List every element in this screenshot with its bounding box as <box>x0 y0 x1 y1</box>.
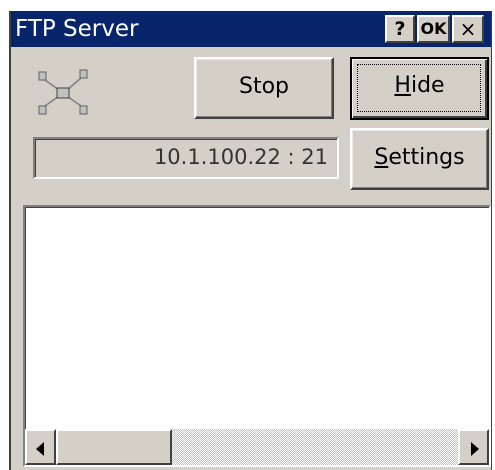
scroll-right-button[interactable] <box>458 429 489 465</box>
network-status-icon <box>38 69 88 115</box>
scroll-thumb[interactable] <box>56 429 172 465</box>
ok-button[interactable]: OK <box>417 15 450 43</box>
settings-mnemonic: S <box>374 145 389 170</box>
log-list[interactable] <box>23 205 491 467</box>
scroll-left-button[interactable] <box>25 429 56 465</box>
server-address-field: 10.1.100.22 : 21 <box>33 137 339 179</box>
stop-button[interactable]: Stop <box>194 57 334 119</box>
title-bar: FTP Server ? OK × <box>11 11 491 47</box>
settings-button[interactable]: Settings <box>350 128 489 190</box>
hide-button[interactable]: Hide <box>350 57 489 120</box>
close-button[interactable]: × <box>452 15 484 43</box>
focus-indicator <box>357 64 481 112</box>
help-button[interactable]: ? <box>385 15 415 43</box>
horizontal-scrollbar[interactable] <box>25 429 489 465</box>
window-title: FTP Server <box>15 16 139 42</box>
arrow-left-icon <box>36 442 44 456</box>
ftp-server-window: FTP Server ? OK × Stop Hide Settings 10.… <box>9 11 492 470</box>
arrow-right-icon <box>471 442 479 456</box>
settings-label: ettings <box>388 145 465 170</box>
